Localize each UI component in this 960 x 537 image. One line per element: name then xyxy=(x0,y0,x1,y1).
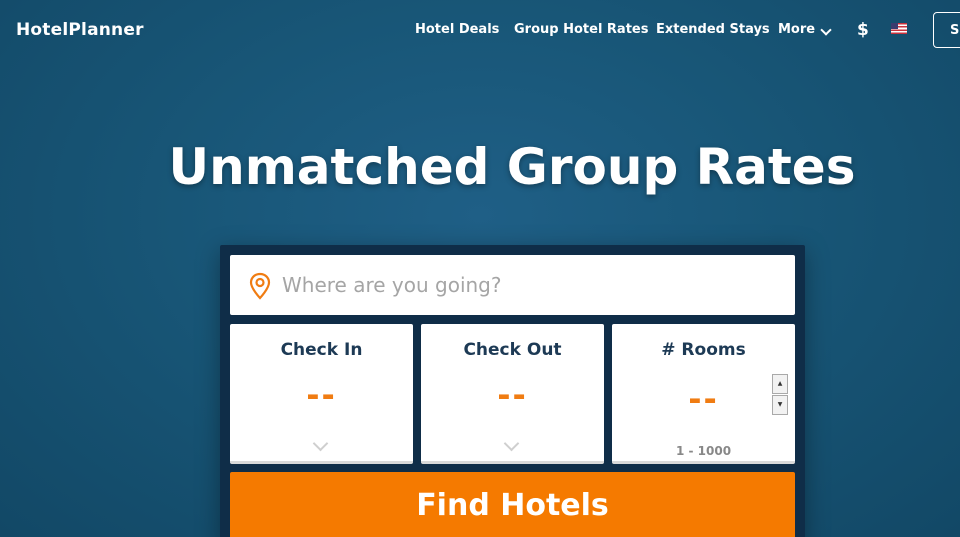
flag-canton xyxy=(891,23,898,29)
sign-in-button[interactable]: Sign In xyxy=(933,12,960,48)
destination-input[interactable] xyxy=(282,255,782,315)
find-hotels-button[interactable]: Find Hotels xyxy=(230,472,795,537)
hero-title: Unmatched Group Rates xyxy=(168,138,856,196)
rooms-range-hint: 1 - 1000 xyxy=(675,444,732,458)
chevron-down-icon[interactable] xyxy=(820,24,832,36)
nav-extended-stays[interactable]: Extended Stays xyxy=(656,22,770,37)
check-in-picker[interactable]: Check In -- xyxy=(230,324,413,464)
destination-field[interactable] xyxy=(230,255,795,315)
check-out-value: -- xyxy=(497,376,528,414)
check-in-label: Check In xyxy=(280,340,363,360)
chevron-down-icon xyxy=(312,435,329,452)
nav-more[interactable]: More xyxy=(778,22,815,37)
chevron-down-icon xyxy=(503,435,520,452)
location-pin-icon xyxy=(249,272,271,300)
site-header: HotelPlanner Hotel Deals Group Hotel Rat… xyxy=(0,0,960,62)
decrement-button[interactable]: ▼ xyxy=(772,395,788,415)
logo[interactable]: HotelPlanner xyxy=(16,20,144,40)
rooms-field[interactable]: # Rooms -- ▲ ▼ 1 - 1000 xyxy=(612,324,795,464)
nav-hotel-deals[interactable]: Hotel Deals xyxy=(415,22,499,37)
rooms-label: # Rooms xyxy=(661,340,746,360)
nav-group-hotel-rates[interactable]: Group Hotel Rates xyxy=(514,22,648,37)
us-flag-icon[interactable] xyxy=(891,23,907,34)
check-out-picker[interactable]: Check Out -- xyxy=(421,324,604,464)
rooms-value[interactable]: -- xyxy=(612,380,795,418)
check-in-value: -- xyxy=(306,376,337,414)
increment-button[interactable]: ▲ xyxy=(772,374,788,394)
rooms-stepper[interactable]: ▲ ▼ xyxy=(772,374,788,415)
currency-selector[interactable]: $ xyxy=(857,20,869,40)
check-out-label: Check Out xyxy=(463,340,562,360)
